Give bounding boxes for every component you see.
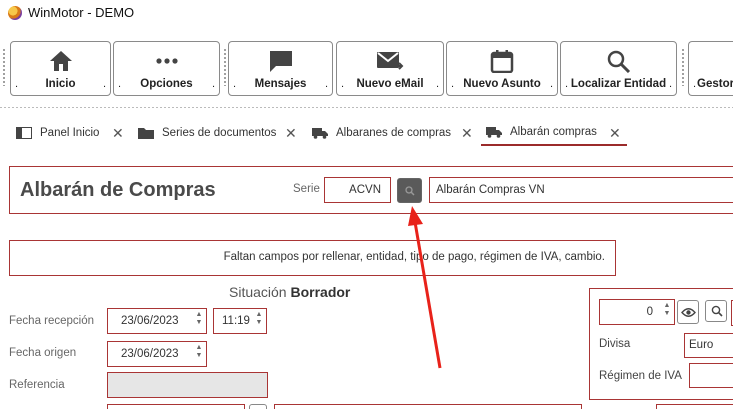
serie-search-button[interactable] [397,178,422,203]
close-icon[interactable]: ✕ [285,125,297,142]
tab-albaranes-compras[interactable]: Albaranes de compras ✕ [312,120,474,146]
date-spinner[interactable]: ▲ ▼ [194,344,204,360]
more-dots-icon [153,48,181,74]
entidad-field[interactable] [107,404,245,409]
numero-spinner[interactable]: ▲ ▼ [662,302,672,318]
close-icon[interactable]: ✕ [112,125,124,142]
home-icon [47,48,75,74]
numero-field[interactable]: 0 ▲ ▼ [599,299,675,325]
validation-message: Faltan campos por rellenar, entidad, tip… [9,240,616,276]
serie-label: Serie [293,183,320,195]
folder-icon [138,128,154,139]
page-title: Albarán de Compras [20,179,216,201]
regimen-iva-label: Régimen de IVA [599,370,682,382]
search-icon [405,186,415,196]
status-value: Borrador [290,284,351,300]
toolbar-grip[interactable] [681,48,685,86]
nuevo-asunto-button[interactable]: . Nuevo Asunto . [446,41,558,96]
close-icon[interactable]: ✕ [609,125,621,142]
opciones-button[interactable]: . Opciones . [113,41,220,96]
serie-description-field[interactable]: Albarán Compras VN [429,177,733,203]
dashboard-icon [16,127,32,139]
entidad-name-field[interactable] [274,404,582,409]
title-bar: WinMotor - DEMO [0,0,733,26]
tab-series-documentos[interactable]: Series de documentos ✕ [138,120,300,146]
tab-albaran-compras[interactable]: Albarán compras ✕ [481,120,627,146]
truck-icon [486,127,502,138]
divisa-select[interactable]: Euro [684,333,733,358]
view-button[interactable] [677,300,699,324]
toolbar-grip[interactable] [2,48,6,86]
tab-strip: Panel Inicio ✕ Series de documentos ✕ Al… [0,120,733,148]
nuevo-email-button[interactable]: . Nuevo eMail . [336,41,444,96]
status-text: Situación Borrador [229,284,351,300]
referencia-label: Referencia [9,379,65,391]
fecha-origen-label: Fecha origen [9,347,77,359]
eye-icon [681,308,696,317]
tab-panel-inicio[interactable]: Panel Inicio ✕ [16,120,126,146]
fecha-recepcion-field[interactable]: 23/06/2023 ▲ ▼ [107,308,207,334]
gestor-icon [697,48,725,74]
search-icon [711,305,723,317]
truck-icon [312,128,328,139]
inicio-button[interactable]: . Inicio . [10,41,111,96]
date-spinner[interactable]: ▲ ▼ [194,311,204,327]
email-icon [376,48,404,74]
serie-field[interactable]: ACVN [324,177,391,203]
message-icon [267,48,295,74]
window-title: WinMotor - DEMO [28,5,135,20]
mensajes-button[interactable]: . Mensajes . [228,41,333,96]
calendar-icon [488,48,516,74]
referencia-field[interactable] [107,372,268,398]
divisa-label: Divisa [599,338,631,350]
toolbar: . Inicio . . Opciones . . Mensajes . . N… [0,38,733,98]
search-icon [605,48,633,74]
fecha-recepcion-label: Fecha recepción [9,315,95,327]
app-logo-icon [8,6,22,20]
close-icon[interactable]: ✕ [461,125,473,142]
time-spinner[interactable]: ▲ ▼ [254,311,264,327]
localizar-entidad-button[interactable]: . Localizar Entidad . [560,41,677,96]
extra-field[interactable] [656,404,733,409]
toolbar-grip[interactable] [223,48,227,86]
regimen-iva-select[interactable] [689,363,733,388]
hora-field[interactable]: 11:19 ▲ ▼ [213,308,267,334]
entidad-search-button[interactable] [249,404,267,409]
toolbar-separator [0,107,733,108]
fecha-origen-field[interactable]: 23/06/2023 ▲ ▼ [107,341,207,367]
gestor-button[interactable]: . Gestor [688,41,733,96]
search-button[interactable] [705,300,727,322]
